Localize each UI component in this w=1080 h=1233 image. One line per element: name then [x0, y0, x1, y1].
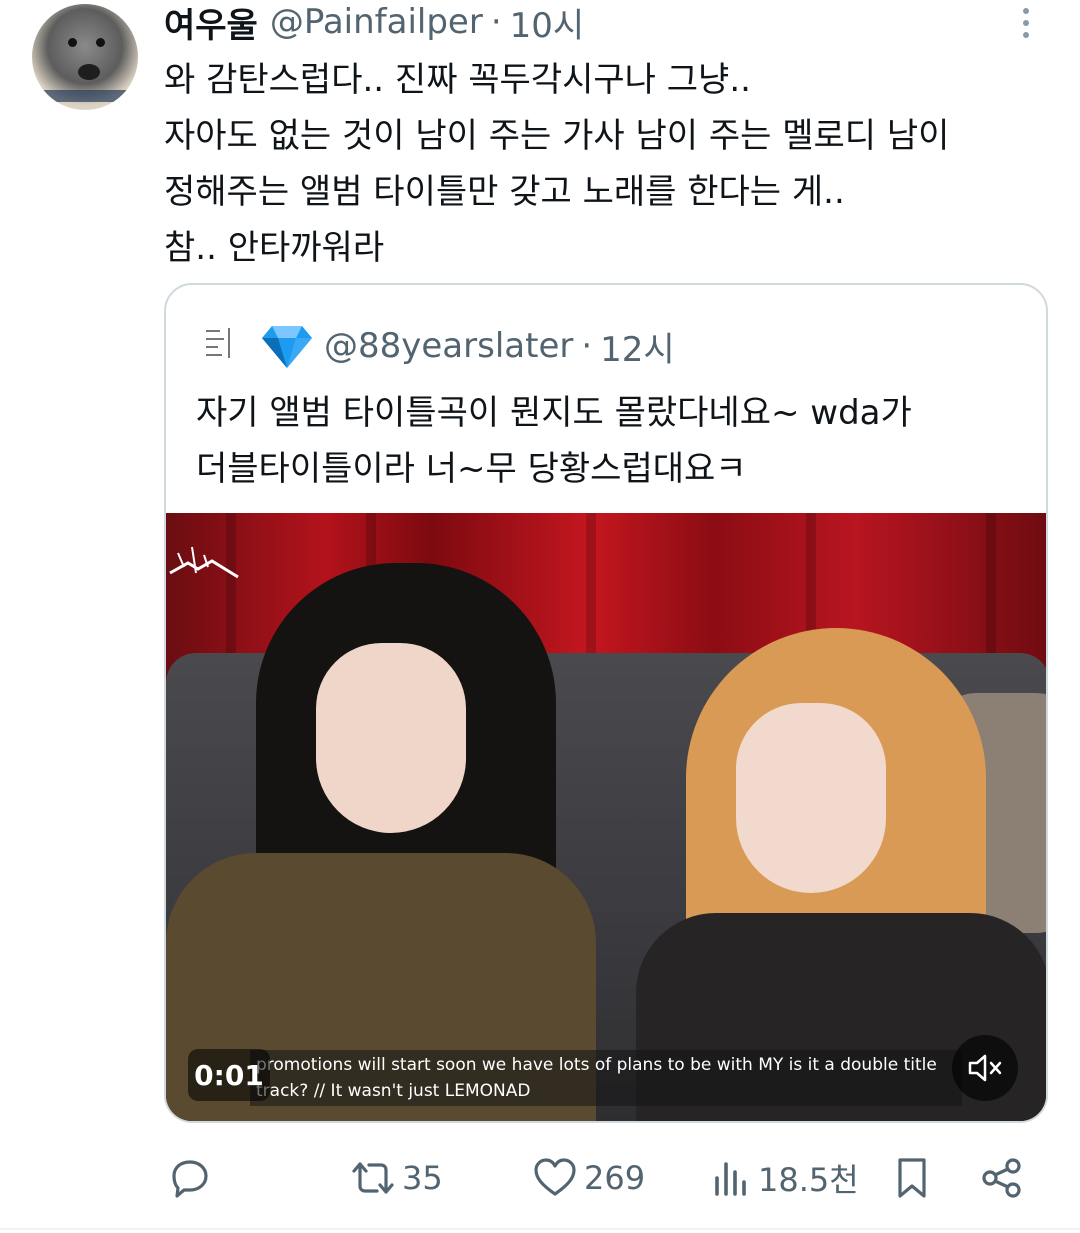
- avatar-eye: [96, 38, 105, 47]
- quoted-author-handle[interactable]: @88yearslater: [324, 326, 573, 366]
- share-icon: [982, 1158, 1021, 1198]
- tweet-text-line: 와 감탄스럽다.. 진짜 꼭두각시구나 그냥..: [164, 60, 751, 100]
- more-options-icon[interactable]: [1014, 8, 1038, 42]
- tweet-action-bar: 35 269 18.5천: [164, 1150, 1034, 1206]
- bookmark-icon: [898, 1158, 926, 1198]
- video-subtitles: promotions will start soon we have lots …: [250, 1050, 962, 1106]
- like-count: 269: [584, 1159, 646, 1197]
- speaker-muted-icon[interactable]: [952, 1035, 1018, 1101]
- tweet-text-line: 참.. 안타까워라: [164, 228, 385, 268]
- quoted-tweet-header: @88yearslater · 12시: [196, 320, 675, 372]
- quoted-header-separator: ·: [581, 326, 593, 366]
- author-handle[interactable]: @Painfailper: [270, 2, 483, 42]
- header-separator: ·: [490, 2, 502, 42]
- video-person-left-face: [316, 643, 466, 833]
- views-icon: [715, 1162, 746, 1196]
- tweet-header: 여우울 @Painfailper · 10시: [164, 0, 585, 47]
- quoted-tweet-text: 자기 앨범 타이틀곡이 뭔지도 몰랐다네요~ wda가 더블타이틀이라 너~무 …: [196, 385, 912, 497]
- avatar-eye: [68, 38, 77, 47]
- tweet-divider: [0, 1228, 1080, 1230]
- retweet-button[interactable]: 35: [350, 1150, 443, 1206]
- quoted-tweet-card[interactable]: @88yearslater · 12시 자기 앨범 타이틀곡이 뭔지도 몰랐다네…: [164, 283, 1048, 1123]
- reply-button[interactable]: [168, 1150, 212, 1206]
- author-avatar[interactable]: [32, 4, 138, 110]
- tweet-text-line: 자아도 없는 것이 남이 주는 가사 남이 주는 멜로디 남이: [164, 116, 950, 156]
- tweet-text: 와 감탄스럽다.. 진짜 꼭두각시구나 그냥.. 자아도 없는 것이 남이 주는…: [164, 52, 1054, 276]
- subtitle-line: track? // It wasn't just LEMONAD: [256, 1081, 531, 1101]
- video-player[interactable]: 0:01 promotions will start soon we have …: [166, 513, 1046, 1121]
- channel-logo-mark: [169, 546, 239, 579]
- video-person-right-face: [736, 703, 886, 893]
- avatar-caption-strip: [36, 90, 134, 102]
- avatar-nose: [78, 64, 100, 80]
- subtitle-line: promotions will start soon we have lots …: [256, 1055, 937, 1075]
- quoted-text-line: 자기 앨범 타이틀곡이 뭔지도 몰랐다네요~ wda가: [196, 393, 912, 433]
- retweet-icon: [352, 1162, 394, 1194]
- retweet-count: 35: [402, 1159, 443, 1197]
- quoted-author-avatar[interactable]: [196, 320, 248, 372]
- author-display-name[interactable]: 여우울: [164, 0, 258, 47]
- heart-icon: [534, 1158, 576, 1196]
- quoted-tweet-time[interactable]: 12시: [600, 322, 675, 371]
- quoted-text-line: 더블타이틀이라 너~무 당황스럽대요ㅋ: [196, 449, 747, 489]
- bookmark-button[interactable]: [892, 1150, 932, 1206]
- tweet-time[interactable]: 10시: [510, 0, 585, 47]
- tweet-text-line: 정해주는 앨범 타이틀만 갖고 노래를 한다는 게..: [164, 172, 845, 212]
- views-button[interactable]: 18.5천: [712, 1150, 859, 1206]
- gem-icon: [262, 326, 312, 368]
- share-button[interactable]: [980, 1150, 1024, 1206]
- view-count: 18.5천: [758, 1161, 859, 1199]
- video-timestamp: 0:01: [188, 1049, 270, 1101]
- reply-icon: [172, 1160, 208, 1198]
- like-button[interactable]: 269: [532, 1150, 645, 1206]
